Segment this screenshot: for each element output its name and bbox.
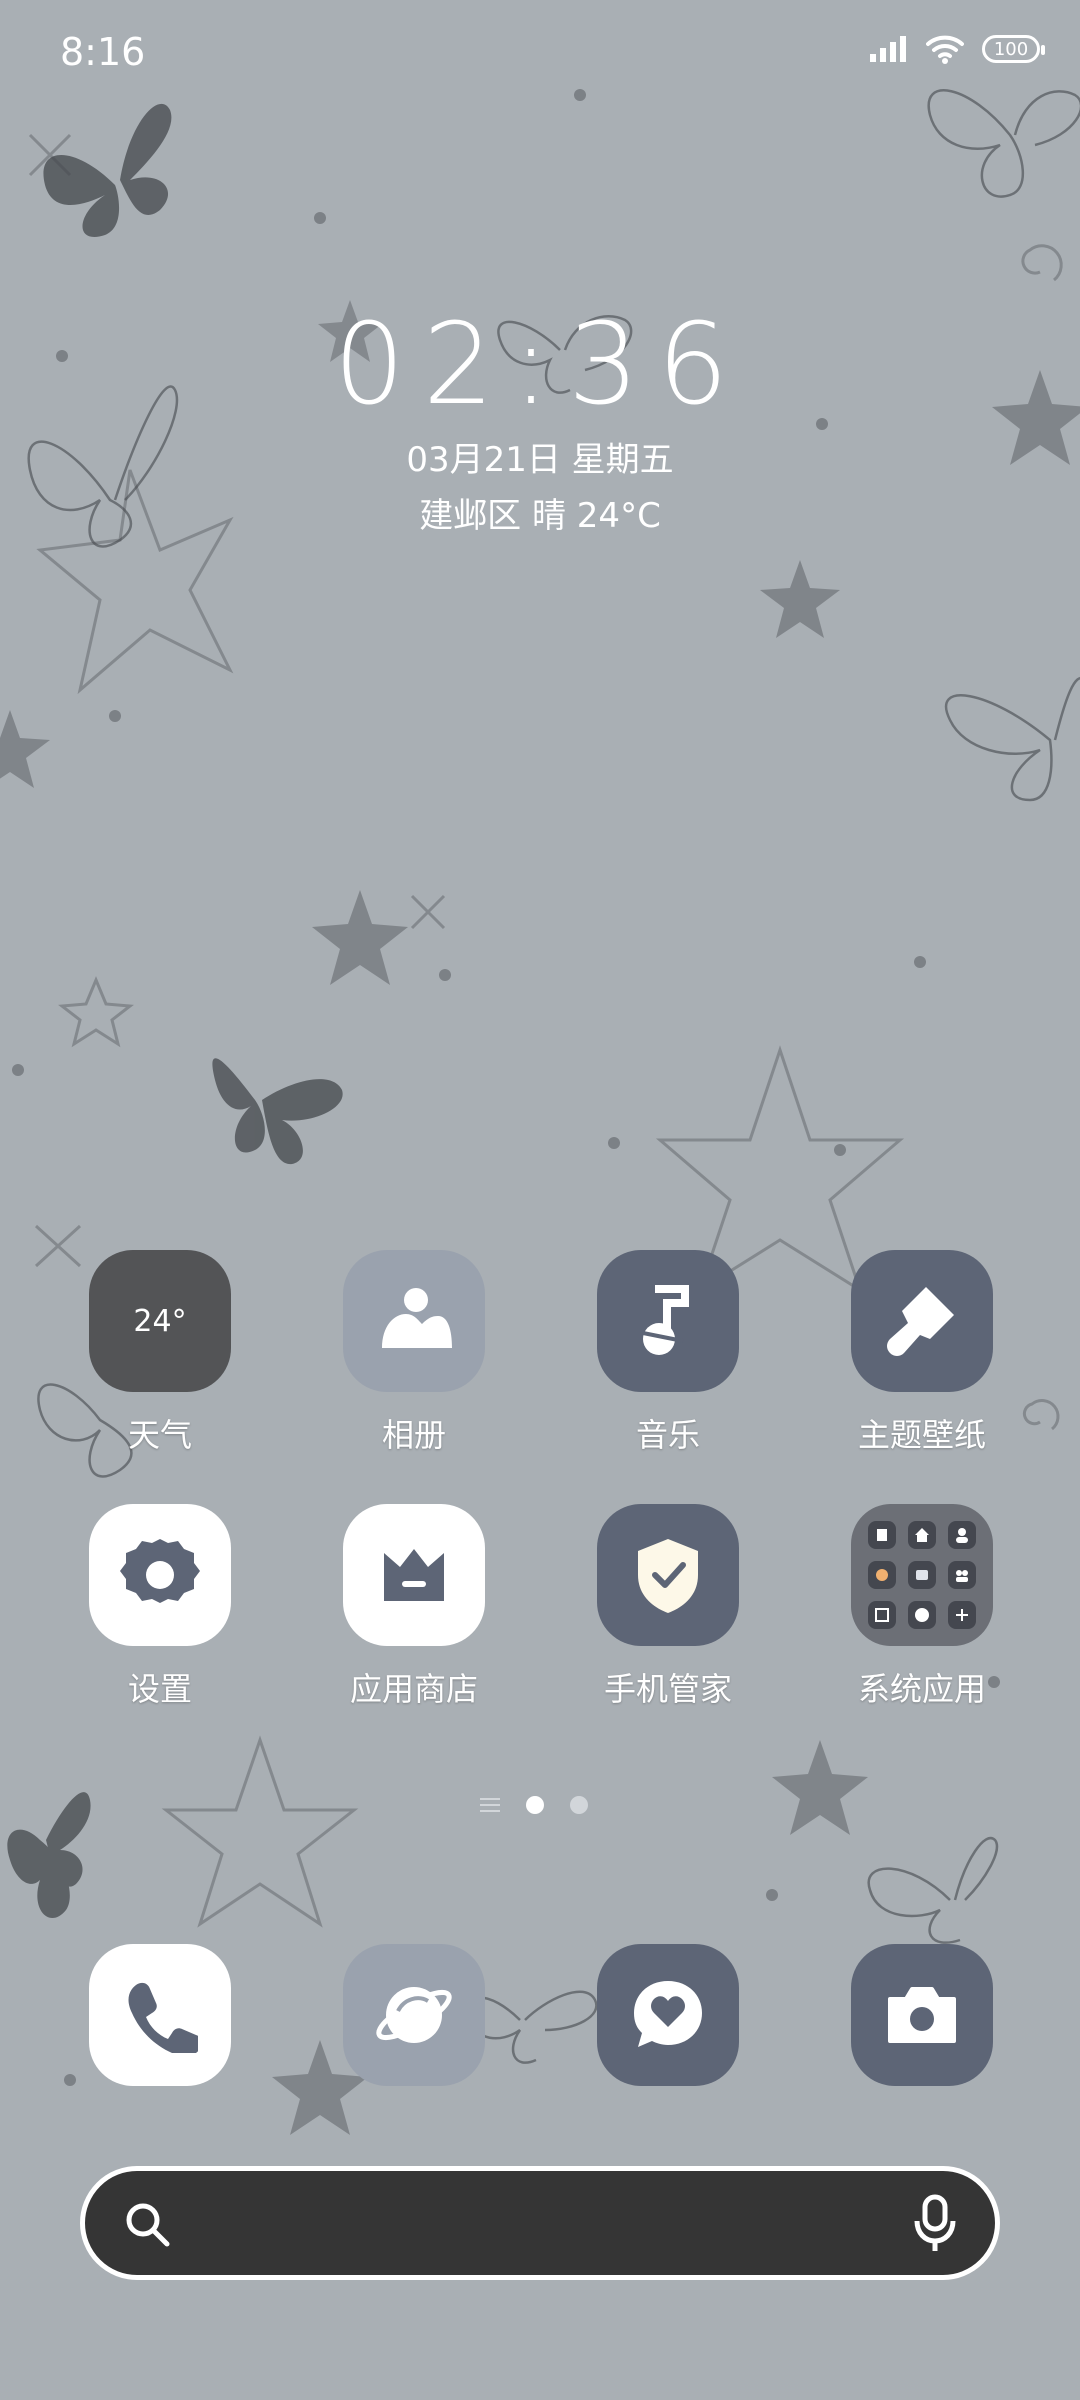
folder-system-apps[interactable]: 系统应用 [822,1504,1022,1710]
clock-weather[interactable]: 建邺区 晴 24°C [0,488,1080,537]
gallery-icon[interactable] [343,1250,485,1392]
weather-temp: 24° [133,1303,187,1339]
dock-messages[interactable] [568,1944,768,2086]
phone-icon[interactable] [89,1944,231,2086]
page-dot-active[interactable] [526,1796,544,1814]
app-settings[interactable]: 设置 [60,1504,260,1710]
weather-app-icon[interactable]: 24° [89,1250,231,1392]
microphone-icon[interactable] [911,2193,959,2253]
shield-icon[interactable] [597,1504,739,1646]
battery-icon: 100 [982,35,1045,63]
app-label: 主题壁纸 [857,1416,986,1454]
notes-icon [908,1561,936,1589]
app-themes[interactable]: 主题壁纸 [822,1250,1022,1456]
browser-globe-icon [908,1601,936,1629]
app-label: 手机管家 [603,1670,732,1708]
app-label: 设置 [127,1670,192,1708]
dock-phone[interactable] [60,1944,260,2086]
signal-icon [870,36,906,62]
app-music[interactable]: 音乐 [568,1250,768,1456]
messages-icon[interactable] [597,1944,739,2086]
search-icon[interactable] [121,2198,173,2250]
scanner-icon [868,1601,896,1629]
app-label: 天气 [127,1416,192,1454]
document-icon [868,1521,896,1549]
page-indicator[interactable] [480,1796,588,1814]
pager-menu-icon[interactable] [480,1798,500,1812]
tools-icon [948,1601,976,1629]
battery-level: 100 [993,38,1029,60]
app-label: 应用商店 [349,1670,478,1708]
clock-time[interactable]: 02:36 [0,300,1080,430]
app-store[interactable]: 应用商店 [314,1504,514,1710]
clock-date[interactable]: 03月21日 星期五 [0,432,1080,481]
home-icon [908,1521,936,1549]
app-store-icon[interactable] [343,1504,485,1646]
dock-browser[interactable] [314,1944,514,2086]
contacts-icon [948,1521,976,1549]
browser-icon[interactable] [343,1944,485,2086]
app-label: 相册 [381,1416,446,1454]
app-label: 系统应用 [857,1670,986,1708]
app-label: 音乐 [635,1416,700,1454]
page-dot[interactable] [570,1796,588,1814]
camera-icon[interactable] [851,1944,993,2086]
people-icon [948,1561,976,1589]
folder-icon[interactable] [851,1504,993,1646]
status-icons: 100 [870,34,1045,64]
app-weather[interactable]: 24° 天气 [60,1250,260,1456]
game-icon [868,1561,896,1589]
app-gallery[interactable]: 相册 [314,1250,514,1456]
paintbrush-icon[interactable] [851,1250,993,1392]
music-icon[interactable] [597,1250,739,1392]
search-bar[interactable] [80,2166,1000,2280]
settings-gear-icon[interactable] [89,1504,231,1646]
status-time: 8:16 [60,30,146,74]
wifi-icon [926,35,964,64]
app-security[interactable]: 手机管家 [568,1504,768,1710]
dock-camera[interactable] [822,1944,1022,2086]
